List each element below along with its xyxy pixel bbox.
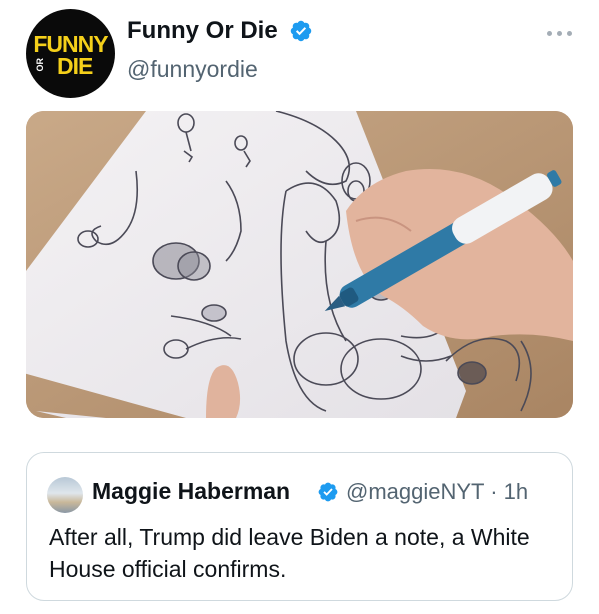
more-dots-icon[interactable] <box>545 26 575 40</box>
quoted-author-avatar[interactable] <box>47 477 83 513</box>
author-handle[interactable]: @funnyordie <box>127 56 258 83</box>
quoted-author-handle-time: @maggieNYT · 1h <box>346 479 529 504</box>
author-display-name[interactable]: Funny Or Die <box>127 17 278 45</box>
avatar-logo-or: OR <box>35 58 45 72</box>
quoted-tweet-text: After all, Trump did leave Biden a note,… <box>49 524 530 582</box>
author-avatar[interactable]: FUNNY OR DIE <box>26 9 115 98</box>
tweet-media-image[interactable] <box>26 111 573 418</box>
avatar-logo-line2: DIE <box>57 53 93 79</box>
doodle-drawing-image <box>26 111 573 418</box>
quoted-author-name[interactable]: Maggie Haberman <box>92 478 290 505</box>
verified-badge-icon <box>290 20 312 42</box>
quoted-tweet-card[interactable]: Maggie Haberman @maggieNYT · 1h After al… <box>26 452 573 601</box>
verified-badge-icon <box>318 482 338 502</box>
